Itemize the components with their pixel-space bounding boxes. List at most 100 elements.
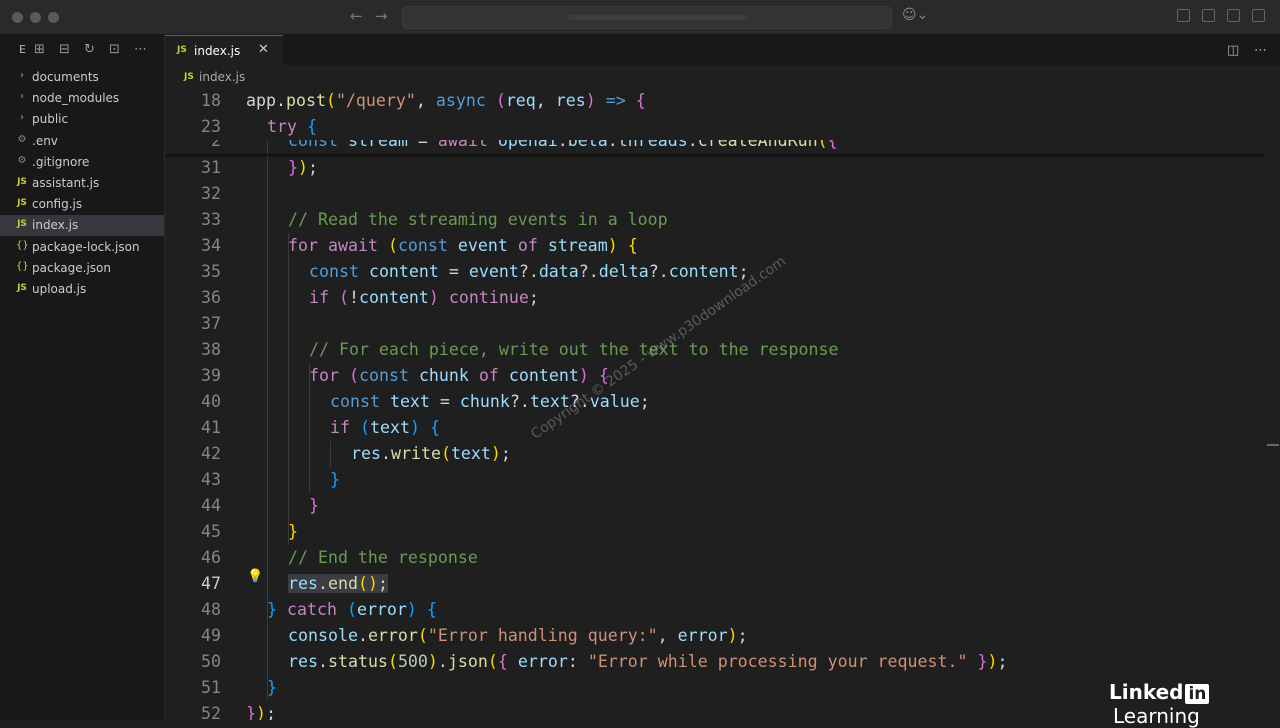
- json-file-icon: {}: [16, 239, 29, 251]
- file-tree-item-label: .gitignore: [32, 154, 90, 169]
- close-window-icon[interactable]: [12, 12, 23, 23]
- copilot-icon[interactable]: ☺⌄: [902, 7, 928, 23]
- line-number: 37: [201, 314, 221, 333]
- line-number: 36: [201, 288, 221, 307]
- code-line[interactable]: 34 for await (const event of stream) {: [165, 233, 1265, 259]
- file-tree-item[interactable]: JS config.js: [0, 194, 164, 215]
- back-arrow-icon[interactable]: ←: [350, 7, 363, 25]
- code-editor[interactable]: 18 app.post("/query", async (req, res) =>…: [165, 88, 1280, 720]
- code-line[interactable]: 39 for (const chunk of content) {: [165, 363, 1265, 389]
- file-tree-item-label: assistant.js: [32, 176, 100, 190]
- file-tree-item[interactable]: {} package-lock.json: [0, 237, 164, 258]
- editor-tab-bar: JS index.js ✕ ◫ ⋯: [165, 35, 1280, 65]
- zoom-window-icon[interactable]: [48, 12, 59, 23]
- code-line[interactable]: 50 res.status(500).json({ error: "Error w…: [165, 649, 1265, 675]
- file-tree-item-label: upload.js: [32, 282, 87, 296]
- line-number: 49: [201, 626, 221, 645]
- line-number: 43: [201, 470, 221, 489]
- code-text: if (text) {: [330, 418, 440, 437]
- refresh-icon[interactable]: ↻: [84, 42, 95, 57]
- code-line[interactable]: 40 const text = chunk?.text?.value;: [165, 389, 1265, 415]
- file-tree-item-label: node_modules: [32, 91, 120, 106]
- new-folder-icon[interactable]: ⊟: [59, 42, 70, 57]
- file-tree-item[interactable]: JS assistant.js: [0, 173, 164, 194]
- file-tree-item[interactable]: › node_modules: [0, 88, 164, 109]
- forward-arrow-icon[interactable]: →: [375, 7, 388, 25]
- line-number: 18: [201, 91, 221, 110]
- sticky-line[interactable]: 23 try {: [165, 114, 1265, 140]
- brand-name: Linked: [1109, 680, 1184, 704]
- file-tree-item[interactable]: ⚙ .env: [0, 131, 164, 152]
- explorer-header: E ⊞ ⊟ ↻ ⊡ ⋯: [0, 35, 164, 65]
- js-file-icon: JS: [17, 198, 27, 209]
- file-tree-item[interactable]: JS index.js: [0, 215, 164, 237]
- code-line[interactable]: 45}: [165, 519, 1265, 545]
- file-tree-item-label: package.json: [32, 260, 112, 275]
- brand-in-badge: in: [1185, 684, 1210, 704]
- file-tree-item[interactable]: › documents: [0, 67, 164, 88]
- linkedin-learning-logo: Linked inLearning: [1109, 680, 1280, 728]
- line-number: 41: [201, 418, 221, 437]
- collapse-all-icon[interactable]: ⊡: [109, 42, 120, 57]
- code-line[interactable]: 51}: [165, 675, 1265, 701]
- scrollbar-marker[interactable]: [1267, 444, 1279, 446]
- brand-product: Learning: [1113, 704, 1200, 728]
- new-file-icon[interactable]: ⊞: [34, 42, 45, 57]
- code-line[interactable]: 33 // Read the streaming events in a loop: [165, 207, 1265, 233]
- code-line[interactable]: 43}: [165, 467, 1265, 493]
- code-line[interactable]: 41 if (text) {: [165, 415, 1265, 441]
- code-text: const content = event?.data?.delta?.cont…: [309, 262, 749, 281]
- breadcrumb-file[interactable]: index.js: [199, 70, 245, 84]
- more-actions-icon[interactable]: ⋯: [1254, 43, 1267, 58]
- explorer-title: E: [19, 43, 26, 56]
- chevron-right-icon: ›: [20, 70, 24, 81]
- indent-guide: [330, 441, 331, 467]
- layout-icon[interactable]: [1177, 9, 1190, 22]
- code-line[interactable]: 46 // End the response: [165, 545, 1265, 571]
- line-number: 46: [201, 548, 221, 567]
- code-line[interactable]: 35 const content = event?.data?.delta?.co…: [165, 259, 1265, 285]
- code-text: });: [246, 704, 276, 720]
- minimize-window-icon[interactable]: [30, 12, 41, 23]
- code-line[interactable]: 38 // For each piece, write out the text …: [165, 337, 1265, 363]
- lightbulb-icon[interactable]: 💡: [247, 569, 263, 584]
- gear-icon: ⚙: [17, 133, 27, 145]
- command-center-search[interactable]: [402, 6, 892, 29]
- code-text: });: [288, 158, 318, 177]
- tab-label: index.js: [194, 44, 241, 58]
- line-number: 23: [201, 117, 221, 136]
- sticky-scroll-shadow: [165, 154, 1265, 158]
- file-tree-item[interactable]: ⚙ .gitignore: [0, 152, 164, 173]
- split-editor-icon[interactable]: ◫: [1227, 43, 1239, 58]
- line-number: 48: [201, 600, 221, 619]
- sticky-line[interactable]: 18 app.post("/query", async (req, res) =>…: [165, 88, 1265, 114]
- chevron-right-icon: ›: [20, 91, 24, 103]
- explorer-sidebar: E ⊞ ⊟ ↻ ⊡ ⋯ › documents › node_modules › publ…: [0, 35, 165, 720]
- line-number: 42: [201, 444, 221, 463]
- code-line[interactable]: 52});: [165, 701, 1265, 720]
- code-line[interactable]: 48 } catch (error) {: [165, 597, 1265, 623]
- code-text: console.error("Error handling query:", e…: [288, 626, 748, 645]
- code-line[interactable]: 32: [165, 181, 1265, 207]
- toggle-panel-icon[interactable]: [1227, 9, 1240, 22]
- more-actions-icon[interactable]: ⋯: [134, 42, 147, 57]
- line-number: 50: [201, 652, 221, 671]
- close-tab-icon[interactable]: ✕: [258, 42, 269, 57]
- tab-index-js[interactable]: JS index.js ✕: [165, 35, 283, 65]
- toggle-sidebar-icon[interactable]: [1202, 9, 1215, 22]
- file-tree-item[interactable]: › public: [0, 109, 164, 130]
- code-line[interactable]: 31});: [165, 155, 1265, 181]
- code-text: res.status(500).json({ error: "Error whi…: [288, 652, 1008, 671]
- file-tree-item[interactable]: JS upload.js: [0, 279, 164, 300]
- js-file-icon: JS: [17, 219, 27, 230]
- code-line[interactable]: 49 console.error("Error handling query:",…: [165, 623, 1265, 649]
- file-tree-item[interactable]: {} package.json: [0, 258, 164, 279]
- gear-icon: ⚙: [17, 154, 27, 166]
- code-text: // End the response: [288, 548, 478, 567]
- line-number: 51: [201, 678, 221, 697]
- code-line-active[interactable]: 47 res.end();: [165, 571, 1265, 597]
- code-text: for await (const event of stream) {: [288, 236, 638, 255]
- code-text: } catch (error) {: [267, 600, 437, 619]
- code-line[interactable]: 44}: [165, 493, 1265, 519]
- toggle-secondary-sidebar-icon[interactable]: [1252, 9, 1265, 22]
